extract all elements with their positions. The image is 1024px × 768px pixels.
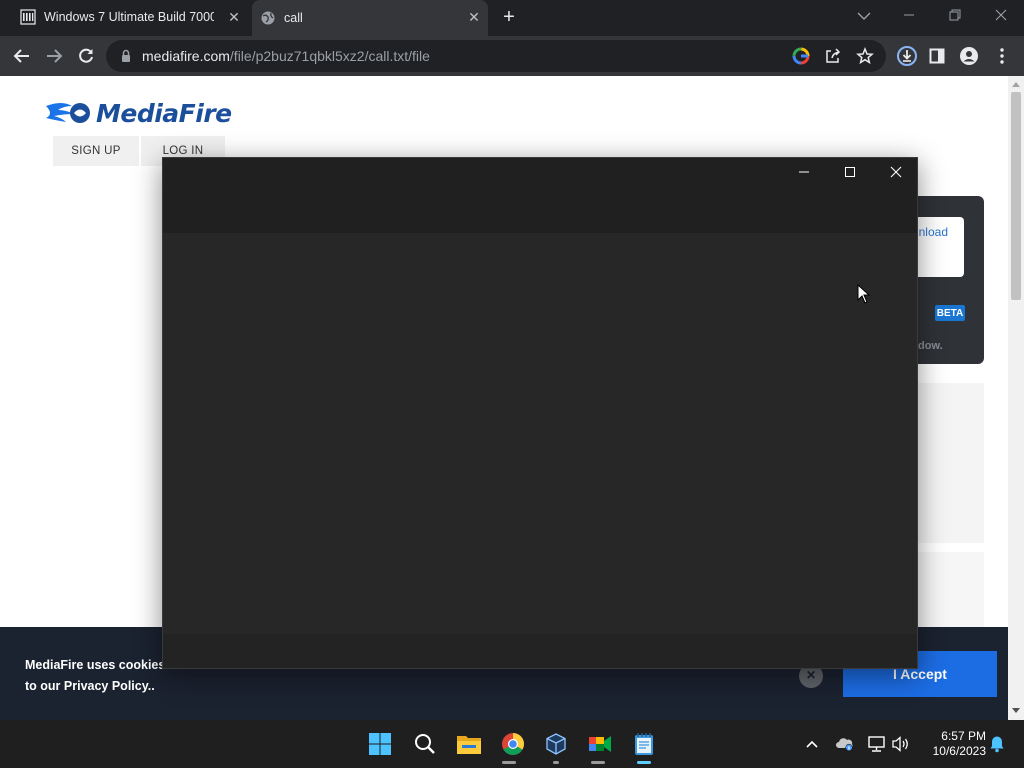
app-window[interactable] <box>162 157 918 669</box>
side-content-box <box>918 383 984 543</box>
running-indicator <box>591 761 605 764</box>
new-tab-button[interactable]: + <box>498 6 520 28</box>
app-maximize-icon[interactable] <box>827 158 873 186</box>
minimize-icon[interactable] <box>886 0 932 30</box>
virtualbox-icon[interactable] <box>540 728 572 760</box>
cookie-line-1: MediaFire uses cookies <box>25 658 166 672</box>
lock-icon[interactable] <box>118 48 134 64</box>
side-panel-icon[interactable] <box>923 42 951 70</box>
network-icon[interactable] <box>865 732 889 756</box>
kebab-menu-icon[interactable] <box>988 42 1016 70</box>
cookie-line-2-prefix: to our <box>25 679 64 693</box>
app-status-bar <box>163 634 917 668</box>
tab-windows7[interactable]: Windows 7 Ultimate Build 7000 : ✕ <box>12 0 248 34</box>
download-button-label: nload <box>918 225 948 239</box>
google-meet-icon[interactable] <box>584 728 616 760</box>
bookmark-star-icon[interactable] <box>856 46 874 70</box>
tab-strip: Windows 7 Ultimate Build 7000 : ✕ call ✕… <box>0 0 1024 36</box>
notepad-icon[interactable] <box>628 728 660 760</box>
url-host: mediafire.com <box>142 48 230 64</box>
active-indicator <box>637 761 651 764</box>
app-titlebar[interactable] <box>163 158 917 233</box>
onedrive-icon[interactable] <box>833 732 857 756</box>
restore-icon[interactable] <box>932 0 978 30</box>
beta-badge: BETA <box>935 305 965 321</box>
search-icon[interactable] <box>409 728 441 760</box>
page-scrollbar[interactable] <box>1008 76 1024 720</box>
url-text: mediafire.com/file/p2buz71qbkl5xz2/call.… <box>142 48 430 64</box>
logo-text: MediaFire <box>96 98 232 128</box>
profile-icon[interactable] <box>955 42 983 70</box>
tab-title: call <box>284 11 303 25</box>
clock-time: 6:57 PM <box>941 729 986 743</box>
running-indicator <box>553 761 559 764</box>
forward-arrow-icon[interactable] <box>40 42 68 70</box>
cookie-message: MediaFire uses cookies to our Privacy Po… <box>25 655 165 697</box>
flame-icon <box>46 103 90 123</box>
address-bar[interactable]: mediafire.com/file/p2buz71qbkl5xz2/call.… <box>106 40 886 72</box>
close-window-icon[interactable] <box>978 0 1024 30</box>
app-minimize-icon[interactable] <box>781 158 827 186</box>
mediafire-logo[interactable]: MediaFire <box>44 98 232 128</box>
scrollbar-thumb[interactable] <box>1011 92 1021 300</box>
system-clock[interactable]: 6:57 PM 10/6/2023 <box>922 729 986 759</box>
privacy-policy-link[interactable]: Privacy Policy <box>64 679 148 693</box>
taskbar: 6:57 PM 10/6/2023 <box>0 720 1024 768</box>
sign-up-button[interactable]: SIGN UP <box>53 136 139 166</box>
scroll-down-arrow-icon[interactable] <box>1012 708 1020 713</box>
close-tab-icon[interactable]: ✕ <box>226 9 242 25</box>
tab-call[interactable]: call ✕ <box>252 0 488 36</box>
scroll-up-arrow-icon[interactable] <box>1012 82 1020 87</box>
tab-search-icon[interactable] <box>852 4 876 28</box>
file-explorer-icon[interactable] <box>453 728 485 760</box>
clock-date: 10/6/2023 <box>932 744 986 758</box>
reload-icon[interactable] <box>72 42 100 70</box>
chrome-icon[interactable] <box>497 728 529 760</box>
download-icon[interactable] <box>893 42 921 70</box>
notification-bell-icon[interactable] <box>985 732 1009 756</box>
chevron-up-icon[interactable] <box>800 732 824 756</box>
google-lens-icon[interactable] <box>792 47 810 70</box>
close-tab-icon[interactable]: ✕ <box>466 9 482 25</box>
app-close-icon[interactable] <box>873 158 919 186</box>
download-panel-text: dow. <box>918 340 943 352</box>
globe-icon <box>260 10 276 26</box>
tab-title: Windows 7 Ultimate Build 7000 : <box>44 10 214 24</box>
volume-icon[interactable] <box>889 732 913 756</box>
archive-icon <box>20 9 36 25</box>
back-arrow-icon[interactable] <box>8 42 36 70</box>
windows-start-icon[interactable] <box>364 728 396 760</box>
running-indicator <box>502 761 516 764</box>
share-icon[interactable] <box>824 47 842 70</box>
browser-toolbar: mediafire.com/file/p2buz71qbkl5xz2/call.… <box>0 36 1024 76</box>
url-path: /file/p2buz71qbkl5xz2/call.txt/file <box>229 48 430 64</box>
cookie-line-2-suffix: .. <box>147 679 155 693</box>
mouse-cursor-icon <box>857 283 871 309</box>
